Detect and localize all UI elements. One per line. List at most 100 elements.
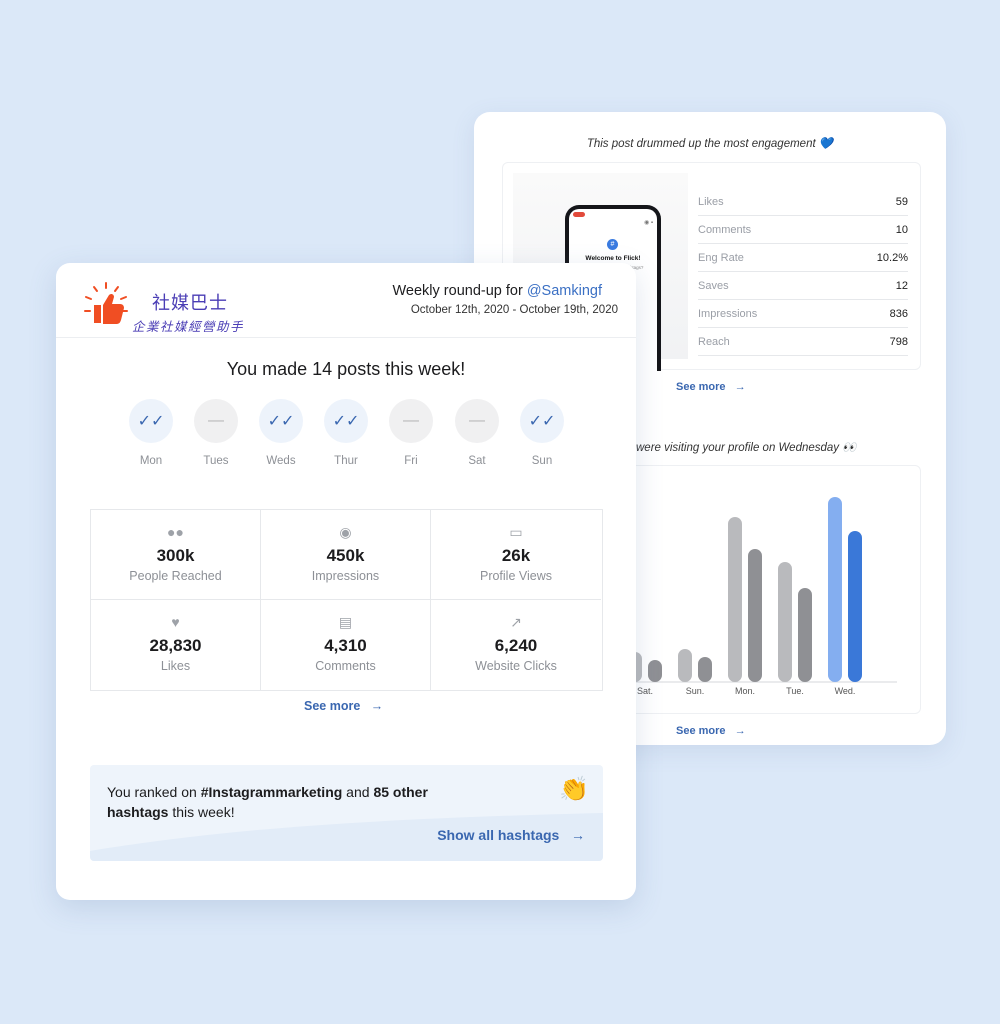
day-sat: — Sat	[454, 399, 500, 467]
hashtag-name: #Instagrammarketing	[200, 784, 343, 800]
post-stats: Likes 59 Comments 10 Eng Rate 10.2% Save…	[698, 188, 908, 356]
x-tick-label: Sat.	[637, 686, 653, 696]
hashtag-prefix: You ranked on	[107, 784, 201, 800]
arrow-right-icon: →	[563, 827, 585, 843]
metric-label: People Reached	[129, 569, 222, 583]
day-label: Fri	[404, 455, 418, 467]
card-header: 社媒巴士 企業社媒經營助手 Weekly round-up for @Samki…	[56, 263, 636, 338]
metric-label: Likes	[160, 659, 191, 673]
account-handle-link[interactable]: @Samkingf	[527, 283, 602, 299]
metric-impressions: ◉ 450k Impressions	[261, 510, 431, 600]
x-tick-label: Mon.	[735, 686, 755, 696]
day-sun: ✓✓ Sun	[519, 399, 565, 467]
x-tick-label: Wed.	[835, 686, 856, 696]
stat-value: 10	[895, 223, 908, 236]
bar-tue-1	[778, 562, 792, 682]
phone-welcome-text: Welcome to Flick!	[585, 255, 641, 262]
show-all-label: Show all hashtags	[437, 827, 560, 843]
metric-value: 26k	[501, 546, 531, 565]
stat-row-likes: Likes 59	[698, 188, 908, 216]
see-more-label: See more	[676, 381, 726, 393]
stat-row-impressions: Impressions 836	[698, 300, 908, 328]
clap-icon: 👏	[559, 776, 589, 803]
x-tick-label: Tue.	[786, 686, 804, 696]
double-check-icon: ✓✓	[259, 399, 303, 443]
bar-mon-2	[748, 549, 762, 682]
stat-value: 59	[895, 195, 908, 208]
metrics-grid: ●● 300k People Reached ◉ 450k Impression…	[90, 509, 603, 691]
show-all-hashtags-button[interactable]: Show all hashtags →	[437, 827, 585, 843]
bar-wed-2	[848, 531, 862, 682]
day-label: Mon	[139, 455, 163, 467]
day-mon: ✓✓ Mon	[128, 399, 174, 467]
day-label: Tues	[203, 455, 229, 467]
bar-sun-1	[678, 649, 692, 682]
eye-icon: ◉	[339, 524, 352, 540]
metric-people-reached: ●● 300k People Reached	[91, 510, 261, 600]
posts-headline: You made 14 posts this week!	[226, 359, 466, 379]
day-thur: ✓✓ Thur	[323, 399, 369, 467]
status-pill	[573, 212, 585, 217]
hashtag-banner: You ranked on #Instagrammarketing and 85…	[90, 765, 603, 861]
stat-label: Saves	[698, 279, 729, 292]
people-icon: ●●	[167, 524, 184, 540]
day-label: Thur	[334, 455, 358, 467]
roundup-title: Weekly round-up for @Samkingf	[393, 283, 603, 299]
stat-row-saves: Saves 12	[698, 272, 908, 300]
brand-name: 社媒巴士	[152, 293, 228, 314]
stat-row-comments: Comments 10	[698, 216, 908, 244]
metric-website-clicks: ↗ 6,240 Website Clicks	[431, 600, 601, 690]
metric-label: Website Clicks	[475, 659, 557, 673]
roundup-prefix: Weekly round-up for	[392, 283, 527, 299]
stat-row-reach: Reach 798	[698, 328, 908, 356]
hashtag-suffix: this week!	[168, 804, 235, 820]
stat-label: Comments	[698, 223, 752, 236]
metric-value: 4,310	[324, 636, 367, 655]
day-tues: — Tues	[193, 399, 239, 467]
see-more-label: See more	[676, 725, 726, 737]
day-label: Sat	[468, 455, 486, 467]
arrow-right-icon: →	[728, 725, 746, 737]
day-label: Sun	[531, 455, 553, 467]
visit-title: were visiting your profile on Wednesday …	[636, 442, 857, 454]
metric-value: 300k	[156, 546, 195, 565]
metric-label: Comments	[315, 659, 376, 673]
see-more-visits-link[interactable]: See more →	[676, 725, 746, 737]
bar-sat-2	[648, 660, 662, 682]
date-range: October 12th, 2020 - October 19th, 2020	[410, 304, 618, 316]
see-more-link[interactable]: See more →	[304, 699, 383, 713]
day-label: Weds	[266, 455, 296, 467]
hashtag-middle: and	[342, 784, 374, 800]
stat-value: 836	[889, 307, 908, 320]
bar-tue-2	[798, 588, 812, 682]
stat-value: 798	[889, 335, 908, 348]
thumbs-up-logo-icon	[84, 282, 128, 324]
comment-icon: ▤	[338, 614, 353, 630]
stat-label: Eng Rate	[698, 251, 744, 264]
day-weds: ✓✓ Weds	[258, 399, 304, 467]
double-check-icon: ✓✓	[324, 399, 368, 443]
arrow-up-right-icon: ↗	[510, 614, 522, 630]
metric-label: Profile Views	[479, 569, 553, 583]
metric-label: Impressions	[311, 569, 380, 583]
stat-label: Likes	[698, 195, 724, 208]
profile-icon: ▭	[509, 524, 523, 540]
see-more-post-link[interactable]: See more →	[676, 381, 746, 393]
bar-mon-1	[728, 517, 742, 682]
double-check-icon: ✓✓	[520, 399, 564, 443]
see-more-label: See more	[304, 699, 361, 713]
bar-wed-1	[828, 497, 842, 682]
heart-icon: ♥	[171, 614, 180, 630]
x-tick-label: Sun.	[686, 686, 705, 696]
phone-status-icons: ◉ ▪	[643, 220, 653, 226]
bar-sun-2	[698, 657, 712, 682]
day-fri: — Fri	[388, 399, 434, 467]
dash-icon: —	[389, 399, 433, 443]
metric-profile-views: ▭ 26k Profile Views	[431, 510, 601, 600]
hashtag-summary: You ranked on #Instagrammarketing and 85…	[107, 782, 487, 822]
app-logo-icon: #	[607, 239, 618, 250]
dash-icon: —	[455, 399, 499, 443]
brand-tagline: 企業社媒經營助手	[132, 319, 245, 334]
stat-row-eng-rate: Eng Rate 10.2%	[698, 244, 908, 272]
stat-value: 10.2%	[876, 251, 908, 264]
